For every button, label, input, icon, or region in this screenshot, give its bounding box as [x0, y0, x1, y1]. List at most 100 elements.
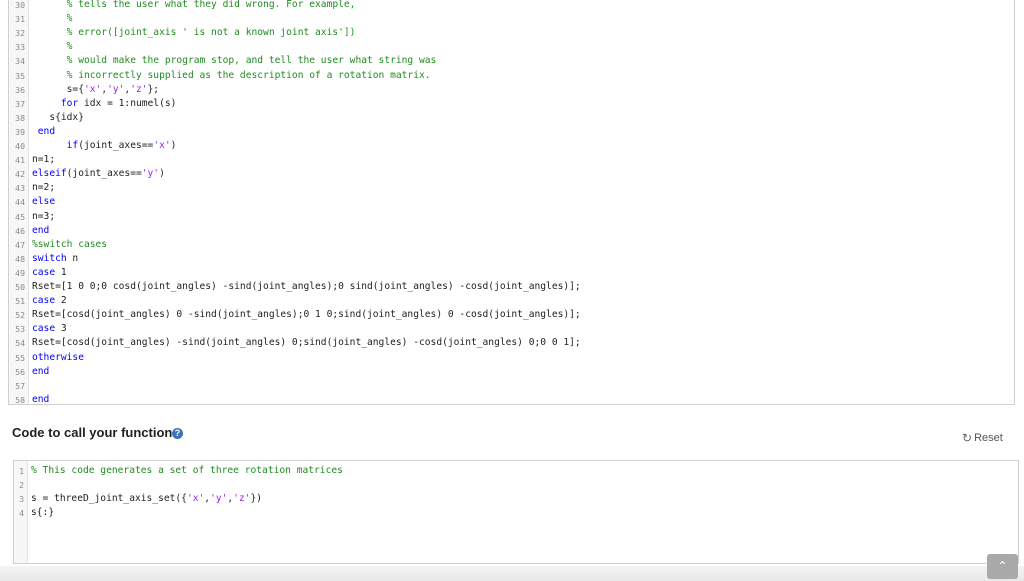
code-line[interactable]: 52 Rset=[cosd(joint_angles) 0 -sind(joint… [9, 308, 1009, 322]
help-icon[interactable]: ? [172, 428, 183, 439]
scroll-to-top-button[interactable]: ⌃ [987, 554, 1018, 579]
code-line[interactable]: 2 [14, 478, 1014, 492]
line-number: 49 [15, 267, 25, 278]
code-token: n=1; [32, 154, 56, 166]
line-number: 45 [15, 211, 25, 222]
code-text: n=2; [32, 181, 55, 195]
code-token: ) [159, 168, 165, 180]
code-line[interactable]: 3 s = threeD_joint_axis_set({'x','y','z'}… [14, 492, 1014, 506]
code-token: n=2; [32, 182, 56, 194]
code-line[interactable]: 41 n=1; [9, 153, 1009, 167]
code-text: end [32, 224, 49, 238]
code-line[interactable]: 33 % [9, 40, 1009, 54]
code-text: for idx = 1:numel(s) [32, 97, 177, 111]
code-token: s{:} [31, 507, 55, 518]
code-text: end [32, 125, 55, 139]
line-number: 57 [15, 380, 25, 391]
code-token: Rset=[1 0 0;0 cosd(joint_angles) -sind(j… [32, 281, 581, 292]
code-token: 'y' [210, 493, 228, 504]
line-number: 34 [15, 56, 25, 67]
bottom-bar [0, 566, 1024, 581]
code-line[interactable]: 35 % incorrectly supplied as the descrip… [9, 69, 1009, 83]
code-token: n [66, 252, 79, 264]
code-line[interactable]: 40 if(joint_axes=='x') [9, 139, 1009, 153]
code-token: ) [170, 140, 177, 151]
line-number: 1 [19, 466, 24, 476]
code-line[interactable]: 48 switch n [9, 252, 1009, 266]
line-number: 46 [15, 225, 25, 236]
code-line[interactable]: 36 s={'x','y','z'}; [9, 83, 1009, 97]
line-number: 54 [15, 338, 25, 349]
code-line[interactable]: 46 end [9, 224, 1009, 238]
code-token: % error([joint_axis ' is not a known joi… [32, 27, 356, 39]
code-line[interactable]: 39 end [9, 125, 1009, 139]
code-line[interactable]: 50 Rset=[1 0 0;0 cosd(joint_angles) -sind… [9, 280, 1009, 294]
code-line[interactable]: 4 s{:} [14, 506, 1014, 520]
code-line[interactable]: 57 [9, 379, 1009, 393]
line-number: 32 [15, 28, 25, 39]
line-number: 41 [15, 155, 25, 166]
code-line[interactable]: 43 n=2; [9, 181, 1009, 195]
code-text: %switch cases [32, 238, 107, 252]
code-token: 2 [55, 295, 67, 307]
code-line[interactable]: 37 for idx = 1:numel(s) [9, 97, 1009, 111]
code-line[interactable]: 30 % tells the user what they did wrong.… [9, 0, 1009, 12]
code-text: elseif(joint_axes=='y') [32, 167, 165, 181]
code-token: % This code generates a set of three rot… [31, 465, 343, 476]
code-token: % [32, 13, 73, 25]
code-text: % incorrectly supplied as the descriptio… [32, 69, 431, 83]
call-code-editor[interactable]: 1 % This code generates a set of three ro… [13, 460, 1019, 564]
code-token: idx = 1:numel(s) [78, 97, 177, 109]
line-number: 48 [15, 253, 25, 264]
code-token: if [66, 140, 79, 151]
code-text: s = threeD_joint_axis_set({'x','y','z'}) [31, 492, 262, 506]
code-line[interactable]: 58 end [9, 393, 1009, 405]
code-line[interactable]: 49 case 1 [9, 266, 1009, 280]
code-line[interactable]: 44 else [9, 195, 1009, 209]
code-line[interactable]: 54 Rset=[cosd(joint_angles) -sind(joint_a… [9, 336, 1009, 350]
line-number: 52 [15, 310, 25, 321]
code-token: 'x' [186, 493, 205, 504]
code-line[interactable]: 42 elseif(joint_axes=='y') [9, 167, 1009, 181]
reset-label: Reset [974, 432, 1003, 444]
line-number: 53 [15, 324, 25, 335]
line-number: 43 [15, 183, 25, 194]
code-line[interactable]: 47 %switch cases [9, 238, 1009, 252]
code-line[interactable]: 38 s{idx} [9, 111, 1009, 125]
code-token: (joint_axes== [78, 140, 154, 151]
code-line[interactable]: 55 otherwise [9, 351, 1009, 365]
function-code-editor[interactable]: 30 % tells the user what they did wrong.… [8, 0, 1015, 405]
code-line[interactable]: 51 case 2 [9, 294, 1009, 308]
code-token: for [60, 97, 79, 109]
code-line[interactable]: 56 end [9, 365, 1009, 379]
code-token: s{idx} [32, 111, 84, 123]
code-token: (joint_axes== [66, 168, 142, 180]
code-line[interactable]: 45 n=3; [9, 210, 1009, 224]
reset-button[interactable]: ↻ Reset [962, 431, 1003, 445]
code-text: % [32, 12, 73, 26]
code-line[interactable]: 1 % This code generates a set of three ro… [14, 464, 1014, 478]
code-text: end [32, 393, 49, 404]
line-number: 2 [19, 480, 24, 490]
line-number: 58 [15, 394, 25, 405]
code-text: % error([joint_axis ' is not a known joi… [32, 26, 356, 40]
line-number: 40 [15, 141, 25, 151]
code-token: 1 [55, 266, 67, 278]
code-line[interactable]: 32 % error([joint_axis ' is not a known … [9, 26, 1009, 40]
line-number: 37 [15, 98, 25, 109]
line-number: 50 [15, 282, 25, 292]
code-line[interactable]: 53 case 3 [9, 322, 1009, 336]
code-text: % [32, 40, 73, 54]
code-line[interactable]: 34 % would make the program stop, and te… [9, 54, 1009, 68]
code-text: s{idx} [32, 111, 84, 125]
code-text: Rset=[cosd(joint_angles) -sind(joint_ang… [32, 336, 581, 350]
code-token: 'z' [233, 493, 251, 504]
code-token: elseif [32, 168, 67, 180]
line-number: 31 [15, 14, 25, 25]
code-text: Rset=[cosd(joint_angles) 0 -sind(joint_a… [32, 308, 581, 322]
code-token: end [37, 125, 56, 137]
code-text: case 2 [32, 294, 67, 308]
code-text: s={'x','y','z'}; [32, 83, 159, 97]
code-line[interactable]: 31 % [9, 12, 1009, 26]
